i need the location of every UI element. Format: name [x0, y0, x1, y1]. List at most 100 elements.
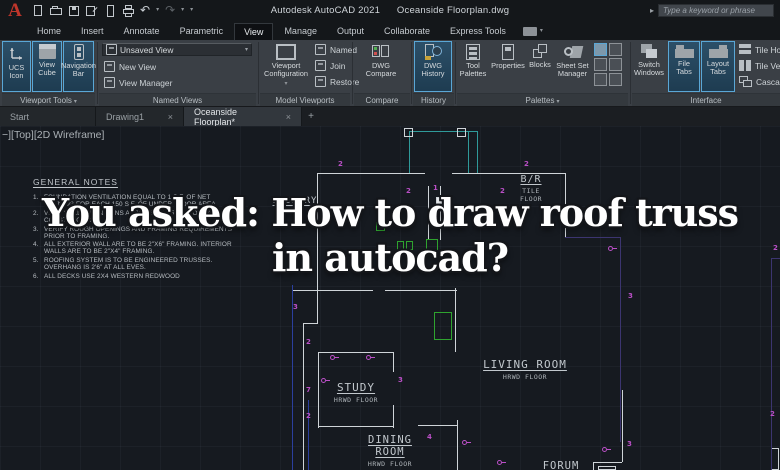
tab-home[interactable]: Home — [28, 23, 70, 39]
named-viewport-button[interactable]: Named — [315, 43, 357, 56]
wall-line — [385, 290, 457, 291]
file-tabs-icon — [674, 44, 694, 58]
help-search: ▸ — [650, 4, 774, 17]
ribbon-display-icon — [522, 26, 537, 36]
stair-line — [409, 131, 410, 173]
room-label-study: STUDY HRWD FLOOR — [333, 381, 379, 404]
keynote: 3 — [627, 440, 632, 448]
file-tab-oceanside[interactable]: Oceanside Floorplan* × — [184, 107, 302, 127]
ribbon-tab-bar: Home Insert Annotate Parametric View Man… — [0, 22, 780, 40]
viewport-controls[interactable]: −][Top][2D Wireframe] — [2, 129, 104, 141]
wall-line — [303, 323, 318, 324]
keynote: 2 — [306, 338, 311, 346]
palette-small-icon[interactable] — [609, 43, 622, 56]
keynote: 2 — [306, 412, 311, 420]
new-drawing-tab-button[interactable]: + — [302, 107, 320, 126]
panel-viewport-tools: UCS Icon View Cube Navigation Bar Viewpo… — [2, 40, 96, 106]
navigation-bar-button[interactable]: Navigation Bar — [61, 41, 96, 92]
search-arrow-icon[interactable]: ▸ — [650, 6, 654, 15]
panel-label-viewport-tools[interactable]: Viewport Tools ▾ — [2, 93, 95, 106]
document-name: Oceanside Floorplan.dwg — [396, 5, 510, 16]
title-bar: A ↶ ▾ ↷ ▾ ▾ Autodesk AutoCAD 2021 Oceans… — [0, 0, 780, 22]
view-manager-button[interactable]: View Manager — [104, 76, 172, 89]
properties-button[interactable]: Properties — [490, 41, 526, 92]
palette-small-icon[interactable] — [594, 58, 607, 71]
palette-small-icon[interactable] — [594, 43, 607, 56]
navigation-bar-icon — [73, 44, 84, 60]
tab-express-tools[interactable]: Express Tools — [441, 23, 515, 39]
tab-output[interactable]: Output — [328, 23, 373, 39]
dimension-line — [292, 285, 293, 470]
post-symbol — [457, 128, 466, 137]
panel-label-palettes[interactable]: Palettes ▾ — [457, 93, 628, 106]
panel-caret-icon: ▾ — [73, 99, 77, 105]
switch-windows-icon — [640, 44, 658, 59]
blocks-icon — [532, 44, 548, 59]
door-symbol — [602, 447, 611, 452]
panel-label-model-viewports: Model Viewports — [260, 93, 350, 106]
new-view-icon — [104, 61, 115, 72]
keynote: 2 — [770, 410, 775, 418]
autocad-window: A ↶ ▾ ↷ ▾ ▾ Autodesk AutoCAD 2021 Oceans… — [0, 0, 780, 470]
wall-line — [317, 173, 425, 174]
file-tab-drawing1[interactable]: Drawing1 × — [96, 107, 184, 126]
file-tabs-button[interactable]: File Tabs — [668, 41, 700, 92]
keynote: 4 — [427, 433, 432, 441]
file-tab-start[interactable]: Start — [0, 107, 96, 126]
door-symbol — [497, 460, 506, 465]
wall-line — [293, 290, 373, 291]
tile-vertically-button[interactable]: Tile Vertically — [739, 59, 780, 72]
viewport-configuration-button[interactable]: Viewport Configuration ▾ — [260, 41, 312, 92]
panel-compare: DWG Compare Compare — [354, 40, 410, 106]
help-search-input[interactable] — [658, 4, 774, 17]
tab-view[interactable]: View — [234, 22, 274, 40]
blocks-button[interactable]: Blocks — [527, 41, 553, 92]
palette-small-icon[interactable] — [594, 73, 607, 86]
dwg-compare-button[interactable]: DWG Compare — [356, 41, 406, 92]
panel-interface: Switch Windows File Tabs Layout Tabs Til… — [632, 40, 780, 106]
join-viewport-button[interactable]: Join — [315, 59, 345, 72]
tab-insert[interactable]: Insert — [72, 23, 113, 39]
keynote: 3 — [628, 292, 633, 300]
dwg-history-button[interactable]: DWG History — [414, 41, 452, 92]
new-view-button[interactable]: New View — [104, 60, 156, 73]
headline-line2: in autocad? — [271, 235, 509, 280]
view-cube-button[interactable]: View Cube — [32, 41, 62, 92]
layer-line — [771, 258, 772, 470]
viewport-configuration-icon — [276, 44, 296, 60]
drawing-canvas[interactable]: −][Top][2D Wireframe] 2 2 1 2 2 2 3 2 7 … — [0, 126, 780, 470]
tile-horizontally-button[interactable]: Tile Horizontally — [739, 43, 780, 56]
headline-overlay: You asked: How to draw roof truss in aut… — [0, 190, 780, 280]
tool-palettes-button[interactable]: Tool Palettes — [457, 41, 489, 92]
palette-small-icon[interactable] — [609, 58, 622, 71]
room-label-forum: FORUM — [542, 460, 580, 470]
palette-small-icon[interactable] — [609, 73, 622, 86]
wall-line — [457, 420, 458, 470]
view-state-icon — [106, 44, 117, 55]
layout-tabs-button[interactable]: Layout Tabs — [701, 41, 735, 92]
wall-line — [318, 352, 319, 428]
view-dropdown[interactable]: Unsaved View ▾ — [102, 43, 252, 56]
ribbon-display-toggle[interactable]: ▾ — [522, 25, 543, 38]
view-cube-icon — [38, 44, 56, 59]
tab-annotate[interactable]: Annotate — [115, 23, 169, 39]
room-label-living: LIVING ROOM HRWD FLOOR — [483, 358, 567, 381]
close-icon[interactable]: × — [168, 112, 173, 122]
switch-windows-button[interactable]: Switch Windows — [632, 41, 666, 92]
wall-line — [593, 462, 622, 463]
tool-palettes-icon — [466, 44, 480, 60]
wall-line — [593, 462, 594, 470]
sheet-set-manager-button[interactable]: Sheet Set Manager — [554, 41, 591, 92]
tab-parametric[interactable]: Parametric — [171, 23, 233, 39]
restore-viewport-icon — [315, 76, 326, 87]
close-icon[interactable]: × — [286, 112, 291, 122]
named-viewport-icon — [315, 44, 326, 55]
door-symbol — [462, 440, 471, 445]
keynote: 2 — [524, 160, 529, 168]
wall-line — [598, 466, 616, 470]
cascade-button[interactable]: Cascade — [739, 75, 780, 88]
tab-manage[interactable]: Manage — [275, 23, 326, 39]
ucs-icon-button[interactable]: UCS Icon — [2, 41, 31, 92]
dropdown-caret-icon: ▾ — [244, 47, 248, 53]
tab-collaborate[interactable]: Collaborate — [375, 23, 439, 39]
